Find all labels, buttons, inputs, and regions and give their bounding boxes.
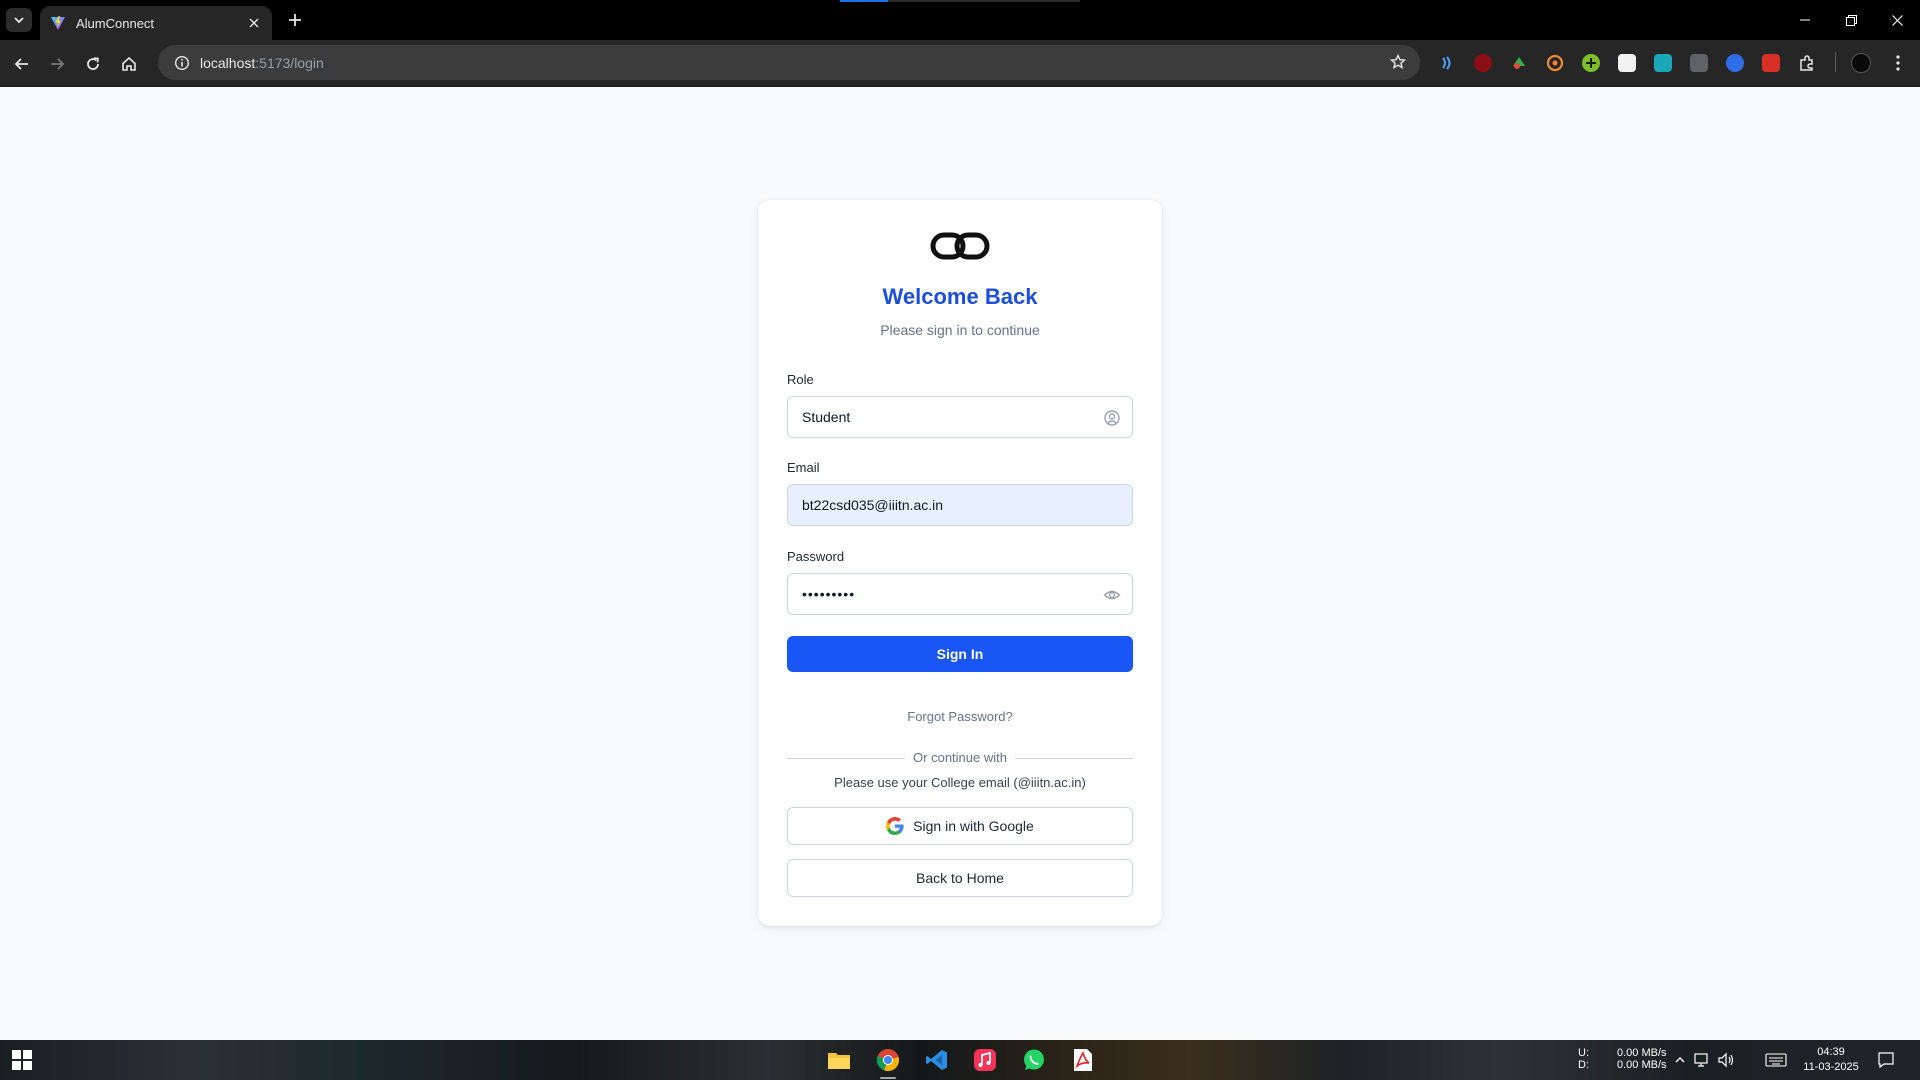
- college-email-note: Please use your College email (@iiitn.ac…: [834, 775, 1086, 790]
- chrome-icon[interactable]: [875, 1047, 901, 1073]
- extension-ublock-icon[interactable]: [1474, 54, 1492, 72]
- home-icon: [122, 56, 136, 71]
- back-button[interactable]: [8, 50, 36, 78]
- browser-menu-button[interactable]: [1888, 52, 1908, 74]
- link-chain-logo-icon: [930, 232, 990, 260]
- extension-orange-icon[interactable]: [1546, 54, 1564, 72]
- email-value: bt22csd035@iiitn.ac.in: [802, 497, 944, 513]
- tab-title: AlumConnect: [76, 15, 155, 31]
- tray-chevron-up-icon[interactable]: [1670, 1047, 1690, 1073]
- new-tab-button[interactable]: [282, 8, 308, 32]
- role-select[interactable]: Student: [787, 396, 1133, 438]
- close-icon: [1891, 14, 1903, 26]
- login-card: Welcome Back Please sign in to continue …: [758, 200, 1162, 926]
- restore-button[interactable]: [1828, 6, 1874, 34]
- volume-icon[interactable]: [1715, 1047, 1737, 1073]
- taskbar-clock[interactable]: 04:39 11-03-2025: [1800, 1045, 1862, 1075]
- plus-icon: [289, 14, 301, 26]
- extension-blue-icon[interactable]: [1726, 54, 1744, 72]
- extension-speech-icon[interactable]: [1438, 54, 1456, 72]
- user-circle-icon: [1102, 408, 1122, 428]
- email-field[interactable]: bt22csd035@iiitn.ac.in: [787, 484, 1133, 526]
- site-info-icon[interactable]: [164, 45, 200, 80]
- browser-tab[interactable]: AlumConnect: [40, 6, 272, 40]
- net-upload-value: 0.00 MB/s: [1617, 1047, 1667, 1059]
- toolbar-separator: [1835, 52, 1836, 72]
- password-field[interactable]: •••••••••: [787, 573, 1133, 615]
- extension-add-icon[interactable]: [1582, 54, 1600, 72]
- google-icon: [886, 817, 904, 835]
- arrow-right-icon: [51, 58, 65, 70]
- divider: Or continue with: [758, 750, 1162, 765]
- sign-in-button[interactable]: Sign In: [787, 636, 1133, 672]
- profile-avatar[interactable]: [1851, 53, 1871, 73]
- reload-icon: [87, 57, 99, 70]
- restore-icon: [1845, 14, 1857, 26]
- windows-taskbar: U: D: 0.00 MB/s 0.00 MB/s: [0, 1040, 1920, 1080]
- close-window-button[interactable]: [1874, 6, 1920, 34]
- minimize-button[interactable]: [1782, 6, 1828, 34]
- home-button[interactable]: [115, 50, 143, 78]
- close-tab-icon[interactable]: [242, 11, 266, 35]
- net-upload-label: U:: [1578, 1047, 1589, 1059]
- tab-list-button[interactable]: [6, 8, 32, 32]
- page-subtitle: Please sign in to continue: [880, 322, 1040, 338]
- url-host: localhost: [200, 54, 256, 71]
- notifications-icon[interactable]: [1874, 1047, 1898, 1073]
- clock-time: 04:39: [1817, 1046, 1845, 1058]
- password-value: •••••••••: [802, 586, 856, 602]
- address-bar[interactable]: localhost:5173/login: [158, 45, 1420, 80]
- reload-button[interactable]: [79, 50, 107, 78]
- extension-hd-icon[interactable]: [1762, 54, 1780, 72]
- forward-button[interactable]: [43, 50, 71, 78]
- loading-indicator: [840, 0, 888, 2]
- eye-icon[interactable]: [1102, 585, 1122, 605]
- loading-track: [888, 0, 1080, 2]
- whatsapp-icon[interactable]: [1021, 1047, 1047, 1073]
- minimize-icon: [1800, 19, 1810, 21]
- role-value: Student: [802, 409, 851, 425]
- divider-text: Or continue with: [905, 750, 1015, 765]
- acrobat-icon[interactable]: [1070, 1047, 1096, 1073]
- url-path: :5173/login: [255, 54, 324, 71]
- bookmark-star-icon[interactable]: [1388, 52, 1408, 72]
- password-label: Password: [787, 549, 845, 564]
- vscode-icon[interactable]: [924, 1047, 950, 1073]
- extension-green-icon[interactable]: [1510, 54, 1528, 72]
- extensions-puzzle-icon[interactable]: [1798, 54, 1816, 72]
- browser-tab-bar: AlumConnect: [0, 0, 1920, 40]
- windows-start-icon[interactable]: [12, 1050, 32, 1070]
- chrome-active-indicator: [880, 1077, 896, 1079]
- network-icon[interactable]: [1692, 1047, 1714, 1073]
- arrow-left-icon: [14, 58, 28, 70]
- email-label: Email: [787, 460, 820, 475]
- net-download-value: 0.00 MB/s: [1617, 1059, 1667, 1071]
- chevron-down-icon: [14, 17, 24, 24]
- google-sign-in-button[interactable]: Sign in with Google: [787, 807, 1133, 845]
- extension-teal-icon[interactable]: [1654, 54, 1672, 72]
- net-download-label: D:: [1578, 1059, 1589, 1071]
- clock-date: 11-03-2025: [1803, 1061, 1859, 1073]
- google-button-label: Sign in with Google: [913, 818, 1034, 834]
- file-explorer-icon[interactable]: [826, 1047, 852, 1073]
- keyboard-icon[interactable]: [1764, 1047, 1788, 1073]
- page-title: Welcome Back: [882, 284, 1038, 309]
- music-app-icon[interactable]: [972, 1047, 998, 1073]
- more-vertical-icon: [1896, 55, 1900, 71]
- vite-logo-icon: [51, 16, 65, 30]
- role-label: Role: [787, 372, 814, 387]
- forgot-password-link[interactable]: Forgot Password?: [758, 709, 1162, 724]
- extension-white-icon[interactable]: [1618, 54, 1636, 72]
- back-to-home-button[interactable]: Back to Home: [787, 859, 1133, 897]
- extension-gray-icon[interactable]: [1690, 54, 1708, 72]
- back-home-label: Back to Home: [916, 870, 1004, 886]
